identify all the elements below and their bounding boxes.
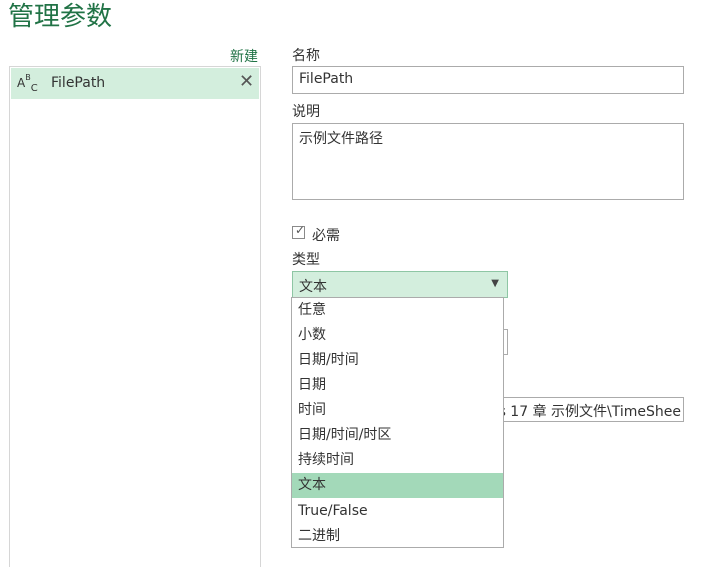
type-option[interactable]: 日期/时间	[292, 348, 503, 373]
name-field-value: FilePath	[299, 71, 354, 87]
chevron-down-icon: ▼	[491, 278, 499, 289]
type-option[interactable]: 时间	[292, 398, 503, 423]
dialog-title: 管理参数	[8, 2, 113, 32]
close-icon[interactable]: ✕	[239, 71, 254, 92]
parameter-name: FilePath	[51, 75, 106, 91]
parameter-item-filepath[interactable]: ABC FilePath ✕	[11, 68, 259, 99]
check-icon: ✓	[295, 223, 306, 237]
description-field-value: 示例文件路径	[299, 131, 383, 147]
name-field[interactable]: FilePath	[292, 66, 684, 94]
current-value-text: s 17 章 示例文件\TimeShee	[498, 404, 681, 420]
parameter-list: ABC FilePath ✕	[9, 66, 261, 567]
name-label: 名称	[292, 48, 320, 64]
type-option[interactable]: True/False	[292, 499, 503, 524]
type-select-value: 文本	[299, 279, 327, 295]
type-select[interactable]: 文本 ▼	[292, 271, 508, 298]
type-option[interactable]: 文本	[292, 473, 503, 498]
required-label: 必需	[312, 228, 340, 244]
type-option[interactable]: 日期	[292, 373, 503, 398]
type-option[interactable]: 任意	[292, 298, 503, 323]
new-parameter-link[interactable]: 新建	[230, 46, 258, 66]
description-field[interactable]: 示例文件路径	[292, 123, 684, 200]
text-type-icon: ABC	[17, 73, 38, 95]
required-checkbox[interactable]: ✓	[292, 223, 306, 239]
type-option[interactable]: 二进制	[292, 524, 503, 549]
type-option[interactable]: 持续时间	[292, 448, 503, 473]
description-label: 说明	[292, 104, 320, 120]
type-option[interactable]: 小数	[292, 323, 503, 348]
type-option[interactable]: 日期/时间/时区	[292, 423, 503, 448]
type-label: 类型	[292, 252, 320, 268]
type-dropdown-list: 任意 小数 日期/时间 日期 时间 日期/时间/时区 持续时间 文本 True/False 二进制	[291, 297, 504, 548]
